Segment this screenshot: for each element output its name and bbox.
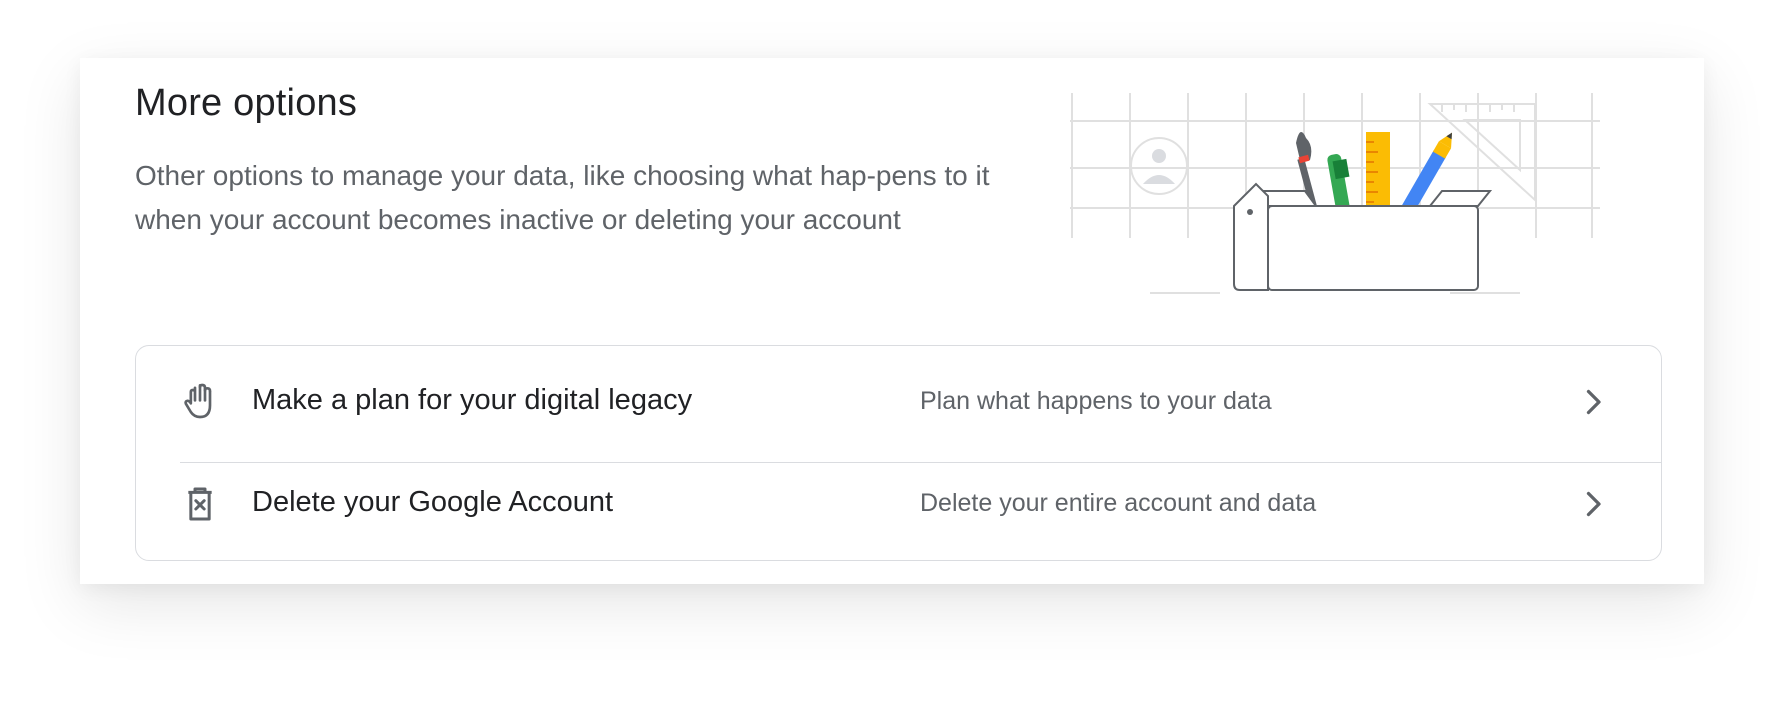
section-description: Other options to manage your data, like …	[135, 160, 990, 235]
digital-legacy-subtitle: Plan what happens to your data	[920, 387, 1272, 415]
options-list: Make a plan for your digital legacy Plan…	[135, 345, 1662, 561]
delete-account-subtitle: Delete your entire account and data	[920, 489, 1317, 517]
delete-account-title: Delete your Google Account	[252, 486, 614, 518]
chevron-right-icon	[1586, 389, 1601, 415]
hand-icon	[184, 383, 212, 419]
digital-legacy-title: Make a plan for your digital legacy	[252, 384, 693, 416]
toolbox-illustration	[1070, 93, 1600, 294]
digital-legacy-option[interactable]: Make a plan for your digital legacy Plan…	[136, 352, 1661, 452]
delete-account-option[interactable]: Delete your Google Account Delete your e…	[136, 454, 1661, 554]
page: More options Other options to manage you…	[0, 0, 1784, 726]
section-title: More options	[135, 82, 358, 124]
chevron-right-icon	[1586, 491, 1601, 517]
delete-bin-icon	[188, 487, 212, 521]
